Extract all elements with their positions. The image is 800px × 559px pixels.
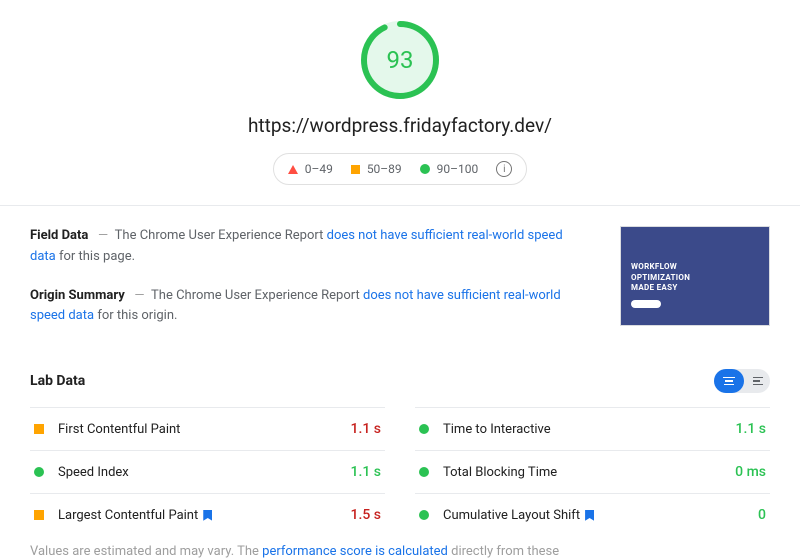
view-toggle[interactable] (714, 369, 770, 393)
metric-row[interactable]: Cumulative Layout Shift0 (415, 493, 770, 536)
metric-name: Speed Index (58, 465, 351, 480)
metric-name: First Contentful Paint (58, 422, 351, 437)
metric-row[interactable]: Speed Index1.1 s (30, 450, 385, 493)
metric-row[interactable]: Largest Contentful Paint1.5 s (30, 493, 385, 536)
square-icon (34, 424, 44, 434)
metric-value: 1.5 s (351, 507, 382, 523)
square-icon (351, 165, 360, 174)
metric-name: Largest Contentful Paint (58, 508, 351, 523)
circle-icon (419, 467, 429, 477)
circle-icon (34, 467, 44, 477)
footer-note: Values are estimated and may vary. The p… (30, 544, 770, 559)
origin-summary-text: Origin Summary — The Chrome User Experie… (30, 286, 590, 328)
section-divider (0, 205, 800, 206)
metric-value: 1.1 s (351, 464, 382, 480)
metric-name: Cumulative Layout Shift (443, 508, 758, 523)
score-legend: 0–49 50–89 90–100 i (273, 153, 528, 185)
info-icon[interactable]: i (496, 161, 512, 177)
metric-value: 1.1 s (351, 421, 382, 437)
legend-good: 90–100 (420, 162, 479, 176)
tested-url: https://wordpress.fridayfactory.dev/ (248, 114, 552, 137)
field-data-text: Field Data — The Chrome User Experience … (30, 226, 590, 268)
metric-row[interactable]: Time to Interactive1.1 s (415, 407, 770, 450)
metric-value: 0 ms (735, 464, 766, 480)
page-screenshot-thumbnail[interactable]: WORKFLOW OPTIMIZATION MADE EASY (620, 226, 770, 326)
score-value: 93 (360, 20, 440, 100)
square-icon (34, 510, 44, 520)
triangle-icon (288, 165, 298, 174)
metric-value: 0 (758, 507, 766, 523)
metric-row[interactable]: Total Blocking Time0 ms (415, 450, 770, 493)
legend-poor: 0–49 (288, 162, 333, 176)
lab-data-heading: Lab Data (30, 373, 85, 389)
circle-icon (419, 424, 429, 434)
performance-score-gauge: 93 (360, 20, 440, 100)
bookmark-icon (203, 510, 212, 521)
circle-icon (420, 164, 430, 174)
metric-name: Total Blocking Time (443, 465, 735, 480)
metric-name: Time to Interactive (443, 422, 736, 437)
metric-value: 1.1 s (736, 421, 767, 437)
legend-average: 50–89 (351, 162, 402, 176)
bookmark-icon (585, 510, 594, 521)
footer-link[interactable]: performance score is calculated (262, 544, 448, 559)
metric-row[interactable]: First Contentful Paint1.1 s (30, 407, 385, 450)
circle-icon (419, 510, 429, 520)
